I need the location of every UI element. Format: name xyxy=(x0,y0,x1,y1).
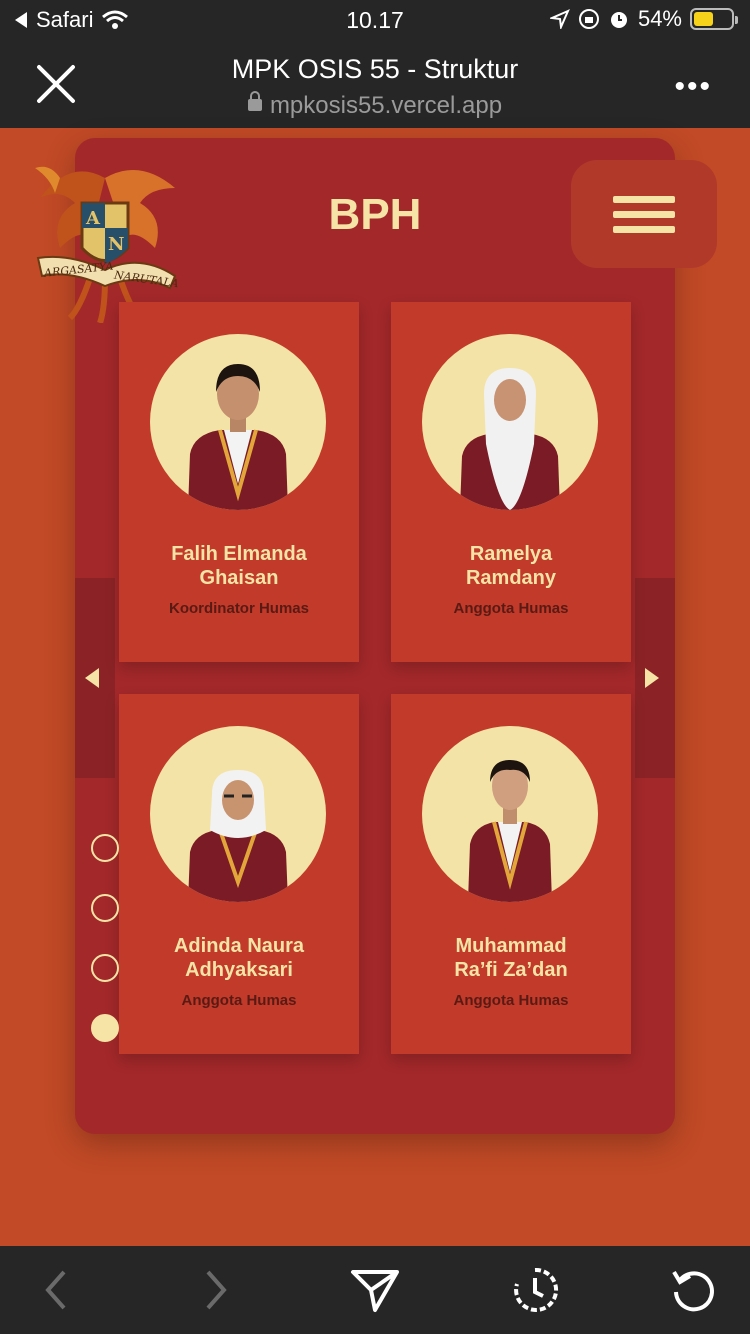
member-name-line2: Ghaisan xyxy=(199,567,279,589)
member-role: Anggota Humas xyxy=(181,992,297,1009)
battery-percent: 54% xyxy=(637,6,682,31)
browser-header: MPK OSIS 55 - Struktur mpkosis55.vercel.… xyxy=(0,40,750,128)
member-photo xyxy=(150,726,326,902)
member-name-line1: Falih Elmanda xyxy=(171,543,307,565)
next-slide-button[interactable] xyxy=(635,578,675,778)
member-name-line1: Adinda Naura xyxy=(173,935,305,957)
reload-icon[interactable] xyxy=(668,1264,720,1316)
forward-chevron-icon[interactable] xyxy=(190,1264,242,1316)
history-timer-icon[interactable] xyxy=(509,1264,561,1316)
pagination-dot[interactable] xyxy=(91,954,119,982)
url-text: mpkosis55.vercel.app xyxy=(269,92,503,119)
member-name-line2: Ramdany xyxy=(465,567,557,589)
member-name-line2: Ra’fi Za’dan xyxy=(454,959,568,981)
member-card: Muhammad Ra’fi Za’dan Anggota Humas xyxy=(391,694,631,1054)
member-photo xyxy=(150,334,326,510)
member-name: Muhammad Ra’fi Za’dan xyxy=(401,934,621,982)
status-bar: Safari 10.17 54% xyxy=(0,0,750,40)
member-card: Adinda Naura Adhyaksari Anggota Humas xyxy=(119,694,359,1054)
member-name: Ramelya Ramdany xyxy=(401,542,621,590)
member-name-line2: Adhyaksari xyxy=(185,959,293,981)
alarm-icon xyxy=(610,12,627,28)
chevron-right-icon xyxy=(645,668,659,688)
orientation-lock-icon xyxy=(578,9,599,29)
member-card: Ramelya Ramdany Anggota Humas xyxy=(391,302,631,662)
web-page: A N ARGASATYA NARUTALA BPH Falih Elmanda… xyxy=(0,128,750,1246)
member-photo xyxy=(422,334,598,510)
location-arrow-icon xyxy=(549,9,570,29)
member-name: Adinda Naura Adhyaksari xyxy=(129,934,349,982)
back-chevron-icon[interactable] xyxy=(30,1264,82,1316)
share-send-icon[interactable] xyxy=(349,1264,401,1316)
lock-icon xyxy=(247,90,262,111)
pagination-dot-active[interactable] xyxy=(91,1014,119,1042)
battery-icon xyxy=(690,8,738,30)
hamburger-menu-icon[interactable] xyxy=(571,160,717,268)
phoenix-logo[interactable]: A N ARGASATYA NARUTALA xyxy=(30,158,180,323)
member-name-line1: Ramelya xyxy=(469,543,553,565)
member-photo xyxy=(422,726,598,902)
page-title: MPK OSIS 55 - Struktur xyxy=(231,54,519,84)
pagination-dot[interactable] xyxy=(91,834,119,862)
member-role: Anggota Humas xyxy=(453,992,569,1009)
member-name: Falih Elmanda Ghaisan xyxy=(129,542,349,590)
member-role: Anggota Humas xyxy=(453,600,569,617)
member-card: Falih Elmanda Ghaisan Koordinator Humas xyxy=(119,302,359,662)
url-bar[interactable]: mpkosis55.vercel.app xyxy=(0,90,750,120)
more-options-button[interactable]: ••• xyxy=(674,70,712,104)
pagination-dot[interactable] xyxy=(91,894,119,922)
member-name-line1: Muhammad xyxy=(455,935,567,957)
member-role: Koordinator Humas xyxy=(168,600,309,617)
prev-slide-button[interactable] xyxy=(75,578,115,778)
browser-toolbar xyxy=(0,1246,750,1334)
chevron-left-icon xyxy=(85,668,99,688)
status-icons: 54% xyxy=(549,6,738,32)
